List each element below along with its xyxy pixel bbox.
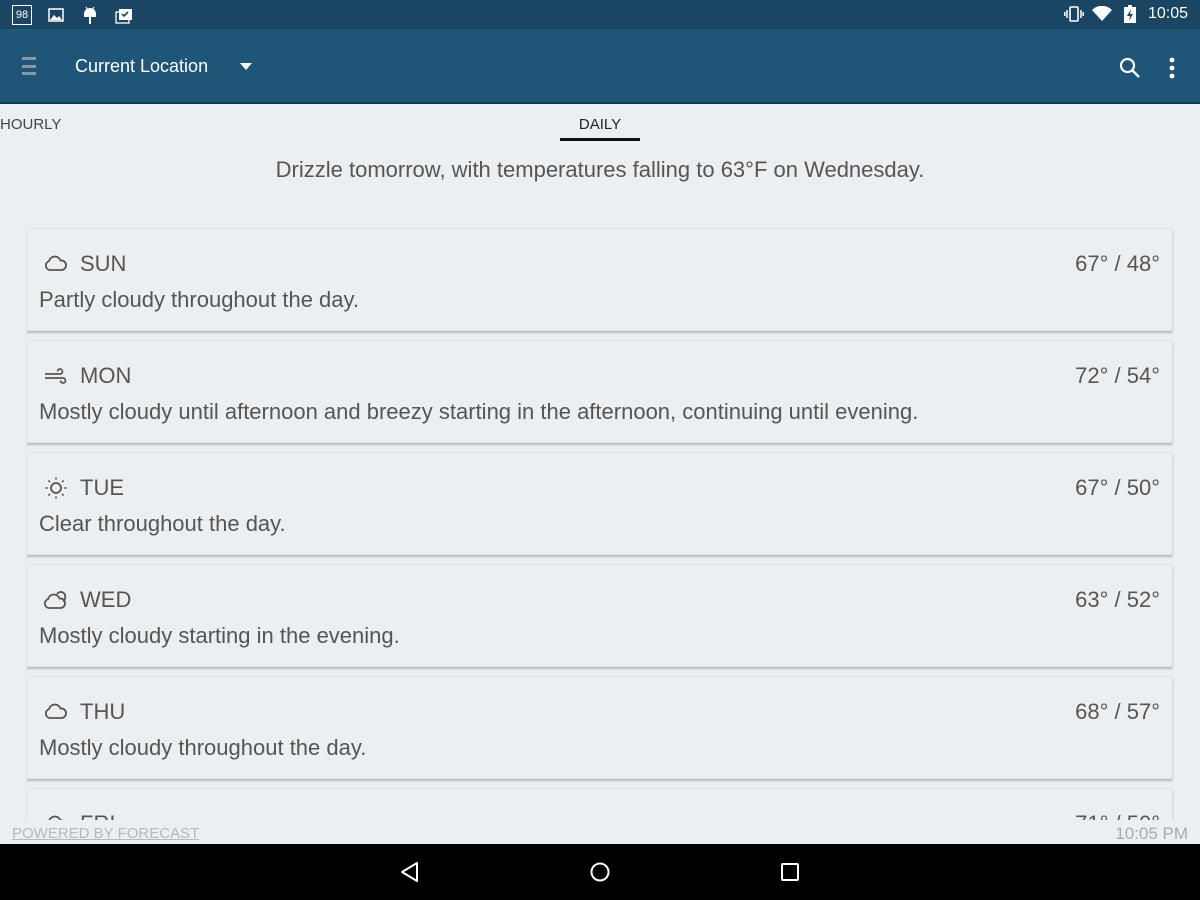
- updated-time: 10:05 PM: [1115, 824, 1188, 843]
- navigation-bar: [0, 844, 1200, 900]
- day-card-sun[interactable]: SUN 67° / 48° Partly cloudy throughout t…: [26, 228, 1173, 331]
- menu-icon[interactable]: [22, 57, 36, 75]
- tab-daily[interactable]: DAILY: [560, 116, 640, 133]
- day-label: MON: [80, 363, 132, 388]
- daily-forecast-list[interactable]: SUN 67° / 48° Partly cloudy throughout t…: [26, 228, 1174, 820]
- status-bar: 98 10:05: [0, 0, 1200, 29]
- temp-range: 67° / 48°: [1075, 251, 1160, 276]
- back-icon[interactable]: [398, 860, 422, 884]
- day-description: Mostly cloudy throughout the day.: [39, 735, 367, 760]
- tab-bar: HOURLY DAILY: [0, 104, 1200, 144]
- wind-icon: [43, 365, 69, 387]
- active-tab-indicator: [560, 138, 640, 141]
- cloud-icon: [43, 701, 69, 723]
- dropdown-caret-icon[interactable]: [240, 63, 252, 70]
- temp-range: 67° / 50°: [1075, 475, 1160, 500]
- temp-range: 72° / 54°: [1075, 363, 1160, 388]
- partly-cloudy-icon: [43, 589, 69, 611]
- tab-hourly[interactable]: HOURLY: [0, 116, 61, 133]
- day-card-fri[interactable]: FRI 71° / 50°: [26, 788, 1173, 820]
- wifi-icon: [1091, 4, 1112, 24]
- day-label: WED: [80, 587, 132, 612]
- day-card-thu[interactable]: THU 68° / 57° Mostly cloudy throughout t…: [26, 676, 1173, 779]
- day-label: FRI: [80, 811, 115, 820]
- day-card-wed[interactable]: WED 63° / 52° Mostly cloudy starting in …: [26, 564, 1173, 667]
- android-icon: [80, 5, 100, 25]
- cloud-icon: [43, 813, 69, 820]
- search-icon[interactable]: [1118, 56, 1142, 80]
- overflow-menu-icon[interactable]: [1166, 56, 1178, 80]
- powered-by-link[interactable]: POWERED BY FORECAST: [12, 825, 199, 842]
- day-label: THU: [80, 699, 126, 724]
- cloud-icon: [43, 253, 69, 275]
- temp-range: 68° / 57°: [1075, 699, 1160, 724]
- recents-icon[interactable]: [778, 860, 802, 884]
- status-time: 10:05: [1147, 5, 1188, 22]
- battery-charging-icon: [1120, 4, 1140, 24]
- battery-icon: 98: [12, 5, 32, 25]
- temp-range: 71° / 50°: [1075, 811, 1160, 820]
- day-label: SUN: [80, 251, 127, 276]
- location-selector[interactable]: Current Location: [75, 56, 208, 77]
- vibrate-icon: [1064, 4, 1084, 24]
- clipboard-check-icon: [114, 5, 134, 25]
- app-bar: Current Location: [0, 29, 1200, 104]
- day-description: Mostly cloudy until afternoon and breezy…: [39, 399, 919, 424]
- day-card-mon[interactable]: MON 72° / 54° Mostly cloudy until aftern…: [26, 340, 1173, 443]
- temp-range: 63° / 52°: [1075, 587, 1160, 612]
- day-description: Mostly cloudy starting in the evening.: [39, 623, 400, 648]
- day-card-tue[interactable]: TUE 67° / 50° Clear throughout the day.: [26, 452, 1173, 555]
- day-label: TUE: [80, 475, 124, 500]
- day-description: Partly cloudy throughout the day.: [39, 287, 360, 312]
- day-description: Clear throughout the day.: [39, 511, 286, 536]
- forecast-summary: Drizzle tomorrow, with temperatures fall…: [275, 157, 925, 182]
- sun-icon: [43, 477, 69, 499]
- home-icon[interactable]: [588, 860, 612, 884]
- image-icon: [46, 5, 66, 25]
